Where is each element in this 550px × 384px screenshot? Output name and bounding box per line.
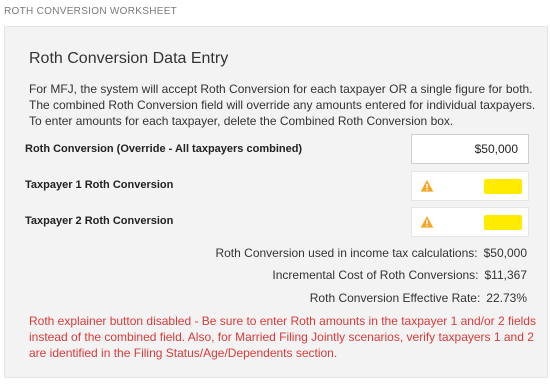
error-line: instead of the combined field. Also, for…: [29, 330, 534, 344]
summary-incremental-value: $11,367: [484, 268, 528, 282]
summary-incremental: Incremental Cost of Roth Conversions: $11…: [272, 268, 527, 282]
error-line: are identified in the Filing Status/Age/…: [29, 346, 338, 360]
intro-text: For MFJ, the system will accept Roth Con…: [29, 81, 539, 129]
combined-roth-input[interactable]: [411, 134, 529, 164]
summary-incremental-label: Incremental Cost of Roth Conversions:: [272, 268, 479, 282]
summary-rate: Roth Conversion Effective Rate: 22.73%: [310, 291, 527, 305]
summary-used-value: $50,000: [483, 246, 527, 260]
highlight-mark: [484, 215, 522, 230]
intro-line: For MFJ, the system will accept Roth Con…: [29, 82, 533, 96]
intro-line: To enter amounts for each taxpayer, dele…: [29, 114, 454, 128]
summary-rate-value: 22.73%: [486, 291, 527, 305]
summary-rate-label: Roth Conversion Effective Rate:: [309, 291, 481, 305]
combined-roth-label: Roth Conversion (Override - All taxpayer…: [25, 143, 303, 155]
taxpayer2-roth-label: Taxpayer 2 Roth Conversion: [25, 215, 174, 227]
taxpayer2-roth-input[interactable]: [411, 207, 529, 237]
highlight-mark: [484, 179, 522, 194]
warning-icon: [420, 180, 434, 192]
error-line: Roth explainer button disabled - Be sure…: [29, 314, 536, 328]
taxpayer1-roth-label: Taxpayer 1 Roth Conversion: [25, 179, 174, 191]
summary-used-label: Roth Conversion used in income tax calcu…: [215, 246, 478, 260]
intro-line: The combined Roth Conversion field will …: [29, 98, 536, 112]
data-entry-panel: Roth Conversion Data Entry For MFJ, the …: [4, 26, 548, 378]
summary-used: Roth Conversion used in income tax calcu…: [215, 246, 527, 260]
warning-icon: [420, 216, 434, 228]
worksheet-title: ROTH CONVERSION WORKSHEET: [4, 6, 178, 17]
roth-explainer-error: Roth explainer button disabled - Be sure…: [29, 313, 539, 361]
taxpayer1-roth-input[interactable]: [411, 171, 529, 201]
panel-title: Roth Conversion Data Entry: [29, 50, 229, 67]
